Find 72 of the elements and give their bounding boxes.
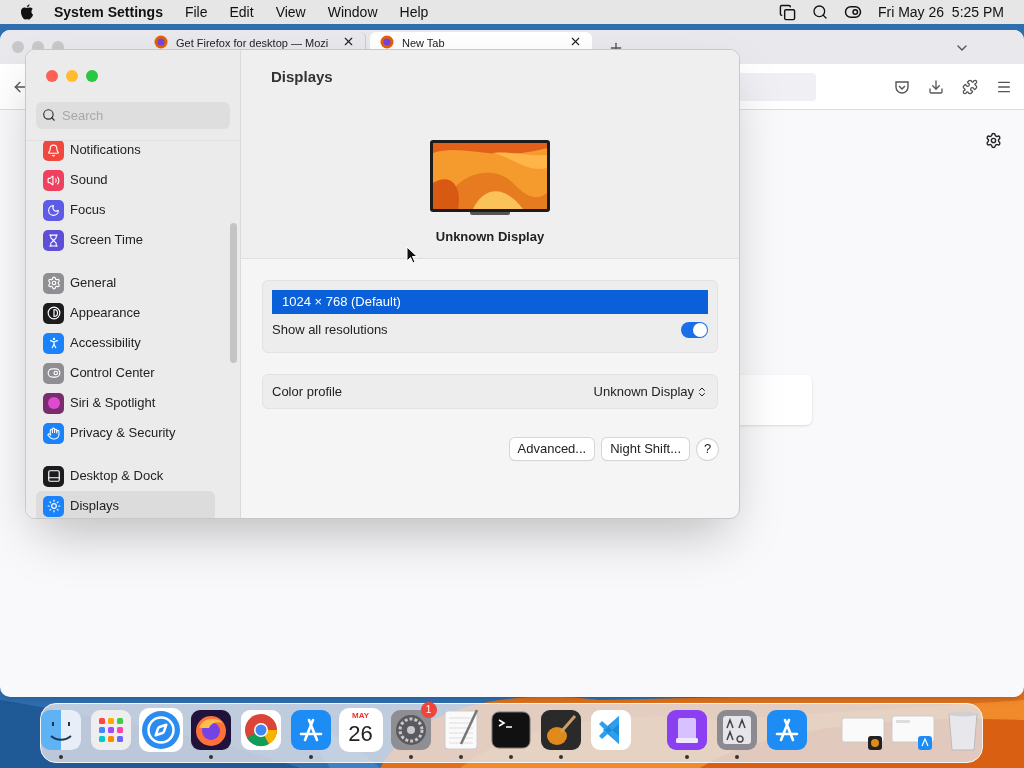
sidebar-item[interactable]: Sound bbox=[36, 165, 215, 195]
chrome-icon[interactable] bbox=[238, 707, 283, 752]
close-button[interactable] bbox=[46, 70, 58, 82]
app-store-icon[interactable] bbox=[764, 707, 809, 752]
running-indicator bbox=[684, 754, 689, 759]
pocket-icon[interactable] bbox=[894, 78, 910, 95]
control-center-icon[interactable] bbox=[843, 3, 862, 21]
toggle-label: Show all resolutions bbox=[272, 321, 389, 340]
scrollbar[interactable] bbox=[230, 223, 237, 363]
running-indicator bbox=[308, 754, 313, 759]
sidebar-item[interactable]: Screen Time bbox=[36, 225, 215, 255]
calendar-day: 26 bbox=[348, 721, 373, 746]
running-indicator bbox=[208, 754, 213, 759]
resolution-option[interactable]: 1024 × 768 (Default) bbox=[272, 290, 708, 314]
compass-icon[interactable] bbox=[138, 707, 183, 752]
running-indicator bbox=[508, 754, 513, 759]
running-indicator bbox=[58, 754, 63, 759]
settings-icon[interactable] bbox=[985, 132, 1002, 149]
fox-icon bbox=[154, 35, 168, 49]
running-indicator bbox=[734, 754, 739, 759]
book-icon[interactable] bbox=[714, 707, 759, 752]
sidebar-item[interactable]: Notifications bbox=[36, 141, 215, 165]
stepper-icon bbox=[696, 385, 708, 398]
app-menu[interactable]: System Settings bbox=[54, 1, 163, 23]
sidebar-item[interactable]: Displays bbox=[36, 491, 215, 518]
mouse-pointer-icon bbox=[406, 246, 418, 264]
code-editor-icon[interactable] bbox=[588, 707, 633, 752]
display-name: Unknown Display bbox=[435, 228, 545, 246]
fox-icon[interactable] bbox=[188, 707, 233, 752]
window-title: Displays bbox=[271, 67, 333, 87]
running-indicator bbox=[408, 754, 413, 759]
row-label: Color profile bbox=[272, 382, 344, 401]
running-indicator bbox=[458, 754, 463, 759]
search-icon[interactable] bbox=[811, 4, 828, 20]
sidebar-item[interactable]: Accessibility bbox=[36, 328, 215, 358]
finder-icon[interactable] bbox=[38, 707, 83, 752]
help-button[interactable]: ? bbox=[697, 438, 718, 460]
gear-icon[interactable] bbox=[388, 707, 433, 752]
sidebar-item[interactable]: Siri & Spotlight bbox=[36, 388, 215, 418]
sidebar-item[interactable]: Appearance bbox=[36, 298, 215, 328]
screen-mirroring-icon[interactable] bbox=[778, 3, 796, 21]
calendar-month: MAY bbox=[351, 709, 369, 722]
fox-icon bbox=[380, 35, 394, 49]
guitar-icon[interactable] bbox=[538, 707, 583, 752]
color-profile-popup[interactable]: Unknown Display bbox=[593, 381, 708, 402]
tab-title: Get Firefox for desktop — Mozi bbox=[176, 36, 330, 51]
sidebar-item[interactable]: Focus bbox=[36, 195, 215, 225]
menu-item[interactable]: View bbox=[275, 1, 306, 23]
sidebar-item[interactable]: Control Center bbox=[36, 358, 215, 388]
tab-title: New Tab bbox=[402, 36, 446, 51]
sidebar-item[interactable]: General bbox=[36, 268, 215, 298]
drive-icon[interactable] bbox=[664, 707, 709, 752]
close-icon[interactable] bbox=[569, 35, 582, 48]
toggle-switch[interactable] bbox=[681, 322, 708, 338]
extensions-icon[interactable] bbox=[962, 78, 978, 95]
menu-item[interactable]: Window bbox=[327, 1, 378, 23]
search-icon bbox=[42, 108, 56, 122]
menu-item[interactable]: Edit bbox=[229, 1, 254, 23]
dialog-button[interactable]: Night Shift... bbox=[602, 438, 689, 460]
running-indicator bbox=[558, 754, 563, 759]
sidebar-item[interactable]: Privacy & Security bbox=[36, 418, 215, 448]
clock[interactable]: Fri May 26 5:25 PM bbox=[877, 1, 1004, 23]
apple-logo-icon[interactable] bbox=[20, 4, 34, 20]
dialog-button[interactable]: Advanced... bbox=[509, 438, 595, 460]
sidebar-item[interactable]: Desktop & Dock bbox=[36, 461, 215, 491]
app-store-icon[interactable] bbox=[288, 707, 333, 752]
close-icon[interactable] bbox=[342, 35, 355, 48]
menu-item[interactable]: File bbox=[184, 1, 208, 23]
download-icon[interactable] bbox=[928, 78, 944, 95]
menu-item[interactable]: Help bbox=[399, 1, 429, 23]
app-grid-icon[interactable] bbox=[88, 707, 133, 752]
calendar-icon[interactable]: MAY 26 bbox=[338, 707, 383, 752]
